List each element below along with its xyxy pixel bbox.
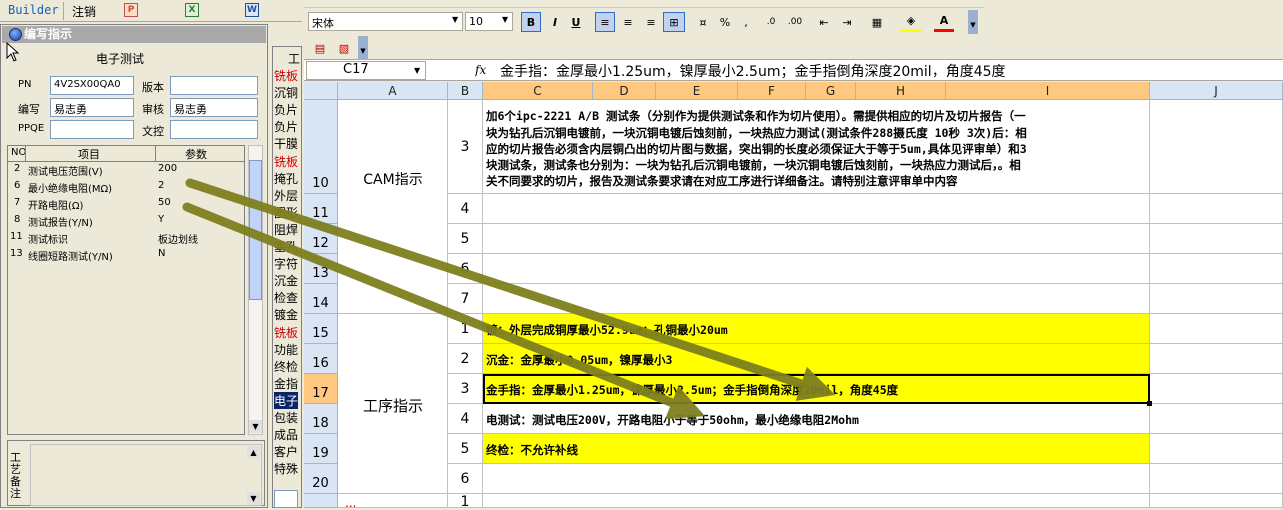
arrow-voltage-to-goldfinger (185, 178, 836, 401)
annotation-arrows (182, 178, 836, 420)
mouse-cursor-icon (6, 42, 20, 62)
arrow-resistance-to-test (182, 202, 706, 420)
